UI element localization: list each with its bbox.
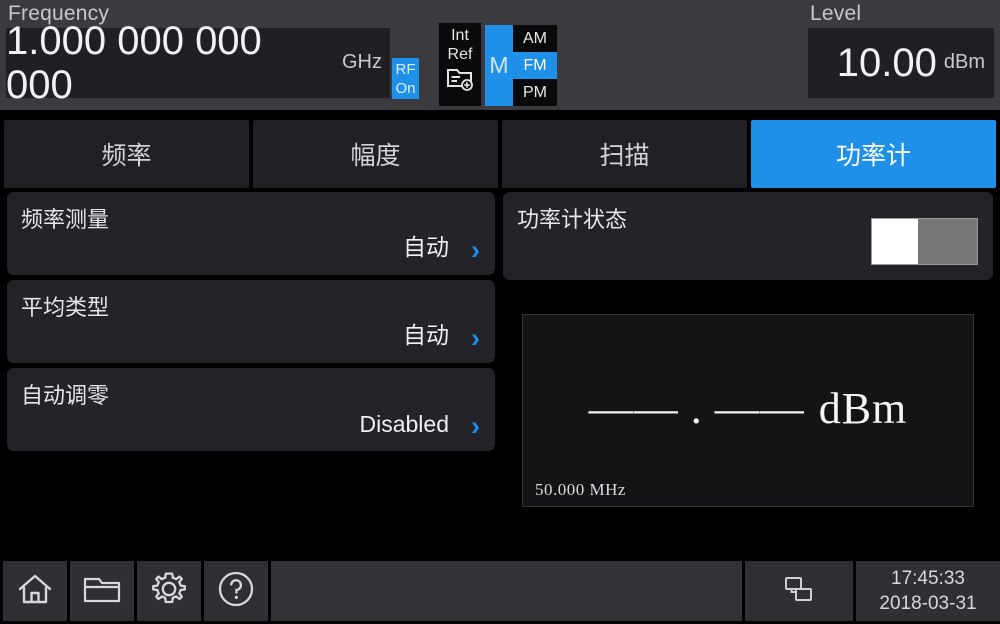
tab-frequency[interactable]: 频率 bbox=[4, 120, 249, 188]
main-content: 频率测量 自动 › 平均类型 自动 › 自动调零 Disabled › 功率计状… bbox=[0, 192, 1000, 550]
chevron-right-icon: › bbox=[471, 323, 480, 353]
status-bar: 17:45:33 2018-03-31 bbox=[0, 558, 1000, 624]
row-average-type[interactable]: 平均类型 自动 › bbox=[7, 280, 495, 363]
settings-list: 频率测量 自动 › 平均类型 自动 › 自动调零 Disabled › bbox=[7, 192, 495, 456]
status-bar-spacer bbox=[271, 561, 742, 621]
time-value: 17:45:33 bbox=[891, 568, 965, 589]
instrument-screen: Frequency 1.000 000 000 000 GHz RF On In… bbox=[0, 0, 1000, 624]
row-title: 自动调零 bbox=[21, 383, 110, 408]
row-auto-zero[interactable]: 自动调零 Disabled › bbox=[7, 368, 495, 451]
level-unit: dBm bbox=[943, 50, 985, 73]
frequency-value: 1.000 000 000 000 bbox=[6, 19, 262, 107]
int-ref-line1: Int bbox=[451, 27, 469, 44]
help-button[interactable] bbox=[204, 561, 268, 621]
row-title: 平均类型 bbox=[21, 295, 110, 320]
modulation-fm[interactable]: FM bbox=[513, 52, 557, 79]
frequency-unit: GHz bbox=[342, 50, 382, 73]
datetime-display: 17:45:33 2018-03-31 bbox=[856, 561, 1000, 621]
modulation-master-toggle[interactable]: M bbox=[485, 25, 513, 106]
network-icon bbox=[782, 573, 816, 610]
level-label: Level bbox=[810, 2, 862, 25]
header-bar: Frequency 1.000 000 000 000 GHz RF On In… bbox=[0, 0, 1000, 110]
level-value: 10.00 bbox=[836, 41, 937, 85]
level-display[interactable]: 10.00 dBm bbox=[808, 28, 994, 98]
home-icon bbox=[16, 570, 54, 613]
date-value: 2018-03-31 bbox=[879, 593, 977, 614]
modulation-am[interactable]: AM bbox=[513, 25, 557, 52]
chevron-right-icon: › bbox=[471, 235, 480, 265]
tab-bar: 频率 幅度 扫描 功率计 bbox=[0, 120, 1000, 188]
measurement-reading: —— . —— bbox=[588, 384, 805, 433]
toggle-knob bbox=[872, 219, 918, 264]
settings-button[interactable] bbox=[137, 561, 201, 621]
folder-icon bbox=[82, 572, 122, 611]
row-power-meter-state[interactable]: 功率计状态 bbox=[503, 192, 993, 280]
modulation-indicators: M AM FM PM bbox=[485, 25, 557, 106]
tab-sweep[interactable]: 扫描 bbox=[502, 120, 747, 188]
frequency-display[interactable]: 1.000 000 000 000 GHz bbox=[6, 19, 390, 107]
network-button[interactable] bbox=[745, 561, 853, 621]
frequency-section: Frequency 1.000 000 000 000 GHz bbox=[6, 0, 390, 107]
rf-on-badge[interactable]: RF On bbox=[392, 58, 419, 99]
row-value: Disabled bbox=[359, 411, 450, 437]
rf-badge-line2: On bbox=[395, 80, 416, 97]
gear-icon bbox=[149, 569, 189, 614]
power-meter-state-toggle[interactable] bbox=[871, 218, 978, 265]
rf-badge-line1: RF bbox=[395, 61, 416, 78]
measurement-frequency: 50.000 MHz bbox=[535, 480, 626, 499]
power-meter-panel: 功率计状态 —— . —— dBm 50.000 MHz bbox=[503, 192, 993, 507]
row-value: 自动 bbox=[403, 234, 449, 260]
internal-reference-indicator[interactable]: Int Ref bbox=[439, 23, 481, 106]
measurement-display: —— . —— dBm 50.000 MHz bbox=[522, 314, 974, 507]
folder-button[interactable] bbox=[70, 561, 134, 621]
int-ref-line2: Ref bbox=[447, 46, 473, 63]
modulation-pm[interactable]: PM bbox=[513, 79, 557, 106]
help-icon bbox=[216, 569, 256, 614]
row-title: 频率测量 bbox=[21, 207, 110, 232]
file-add-icon bbox=[439, 66, 481, 97]
measurement-reading-container: —— . —— dBm bbox=[523, 383, 973, 434]
chevron-right-icon: › bbox=[471, 411, 480, 441]
modulation-list: AM FM PM bbox=[513, 25, 557, 106]
tab-amplitude[interactable]: 幅度 bbox=[253, 120, 498, 188]
row-title: 功率计状态 bbox=[517, 207, 628, 232]
level-section: Level 10.00 dBm bbox=[808, 0, 994, 98]
tab-power-meter[interactable]: 功率计 bbox=[751, 120, 996, 188]
row-frequency-measurement[interactable]: 频率测量 自动 › bbox=[7, 192, 495, 275]
home-button[interactable] bbox=[3, 561, 67, 621]
measurement-unit: dBm bbox=[818, 384, 908, 433]
row-value: 自动 bbox=[403, 322, 449, 348]
